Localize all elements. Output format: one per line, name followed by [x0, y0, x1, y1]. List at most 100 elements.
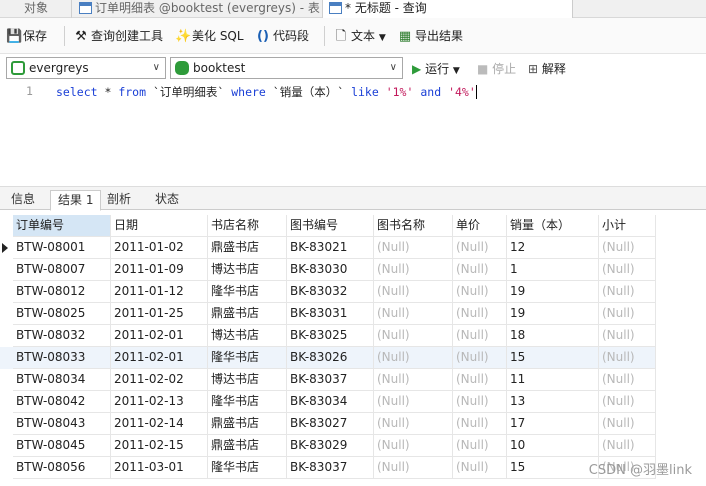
column-header[interactable]: 单价: [453, 215, 507, 237]
table-cell[interactable]: (Null): [453, 259, 507, 281]
code-snippet-button[interactable]: () 代码段: [256, 27, 309, 45]
table-cell[interactable]: (Null): [599, 237, 656, 259]
column-header[interactable]: 图书编号: [287, 215, 374, 237]
table-cell[interactable]: 2011-01-02: [111, 237, 208, 259]
result-tab[interactable]: 信息: [4, 190, 42, 211]
sql-code-line[interactable]: select * from `订单明细表` where `销量（本）` like…: [56, 84, 477, 100]
table-cell[interactable]: (Null): [599, 303, 656, 325]
table-cell[interactable]: (Null): [453, 391, 507, 413]
table-cell[interactable]: (Null): [374, 325, 453, 347]
column-header[interactable]: 销量（本）: [507, 215, 599, 237]
table-cell[interactable]: 2011-02-01: [111, 347, 208, 369]
table-cell[interactable]: (Null): [374, 237, 453, 259]
table-cell[interactable]: 1: [507, 259, 599, 281]
table-cell[interactable]: (Null): [599, 369, 656, 391]
table-cell[interactable]: BK-83029: [287, 435, 374, 457]
table-cell[interactable]: 鼎盛书店: [208, 435, 287, 457]
table-cell[interactable]: (Null): [374, 413, 453, 435]
table-cell[interactable]: BK-83034: [287, 391, 374, 413]
table-cell[interactable]: BTW-08042: [13, 391, 111, 413]
table-cell[interactable]: (Null): [453, 237, 507, 259]
table-cell[interactable]: (Null): [374, 281, 453, 303]
table-cell[interactable]: 15: [507, 457, 599, 479]
table-cell[interactable]: BK-83037: [287, 369, 374, 391]
text-menu-button[interactable]: 🗋 文本 ▼: [334, 27, 386, 45]
table-cell[interactable]: 鼎盛书店: [208, 413, 287, 435]
tab-query-untitled[interactable]: * 无标题 - 查询: [323, 0, 573, 19]
result-tab[interactable]: 剖析: [100, 190, 138, 211]
table-cell[interactable]: BK-83037: [287, 457, 374, 479]
table-cell[interactable]: 13: [507, 391, 599, 413]
table-cell[interactable]: (Null): [374, 457, 453, 479]
table-cell[interactable]: BK-83027: [287, 413, 374, 435]
sql-editor[interactable]: 1 select * from `订单明细表` where `销量（本）` li…: [0, 82, 706, 186]
table-cell[interactable]: (Null): [453, 369, 507, 391]
table-cell[interactable]: 2011-02-01: [111, 325, 208, 347]
table-row[interactable]: BTW-08007 2011-01-09 博达书店 BK-83030 (Null) (Nu…: [0, 259, 656, 281]
table-cell[interactable]: BK-83031: [287, 303, 374, 325]
table-cell[interactable]: 19: [507, 281, 599, 303]
beautify-sql-button[interactable]: ✨美化 SQL: [175, 27, 244, 45]
tab-objects[interactable]: 对象: [0, 0, 72, 18]
table-row[interactable]: BTW-08034 2011-02-02 博达书店 BK-83037 (Null) (Nu…: [0, 369, 656, 391]
column-header[interactable]: 小计: [599, 215, 656, 237]
query-builder-button[interactable]: ⚒ 查询创建工具: [74, 27, 163, 45]
table-cell[interactable]: 2011-02-02: [111, 369, 208, 391]
database-select[interactable]: booktest ∨: [170, 57, 403, 79]
column-header[interactable]: 书店名称: [208, 215, 287, 237]
table-cell[interactable]: BTW-08033: [13, 347, 111, 369]
table-cell[interactable]: BTW-08025: [13, 303, 111, 325]
table-row[interactable]: BTW-08012 2011-01-12 隆华书店 BK-83032 (Null) (Nu…: [0, 281, 656, 303]
table-cell[interactable]: 博达书店: [208, 259, 287, 281]
table-cell[interactable]: BTW-08056: [13, 457, 111, 479]
table-cell[interactable]: (Null): [374, 259, 453, 281]
column-header[interactable]: 订单编号: [13, 215, 111, 237]
table-cell[interactable]: 19: [507, 303, 599, 325]
table-row[interactable]: BTW-08033 2011-02-01 隆华书店 BK-83026 (Null) (Nu…: [0, 347, 656, 369]
table-row[interactable]: BTW-08043 2011-02-14 鼎盛书店 BK-83027 (Null) (Nu…: [0, 413, 656, 435]
table-cell[interactable]: 12: [507, 237, 599, 259]
table-cell[interactable]: (Null): [599, 325, 656, 347]
result-tab[interactable]: 结果 1: [50, 190, 102, 211]
table-row[interactable]: BTW-08045 2011-02-15 鼎盛书店 BK-83029 (Null) (Nu…: [0, 435, 656, 457]
save-button[interactable]: 💾保存: [6, 27, 47, 45]
table-cell[interactable]: BTW-08001: [13, 237, 111, 259]
table-cell[interactable]: 15: [507, 347, 599, 369]
server-select[interactable]: evergreys ∨: [6, 57, 166, 79]
run-button[interactable]: ▶ 运行 ▼: [412, 60, 460, 77]
table-cell[interactable]: 2011-01-25: [111, 303, 208, 325]
table-cell[interactable]: (Null): [453, 325, 507, 347]
table-cell[interactable]: BK-83021: [287, 237, 374, 259]
table-cell[interactable]: 17: [507, 413, 599, 435]
table-row[interactable]: BTW-08025 2011-01-25 鼎盛书店 BK-83031 (Null) (Nu…: [0, 303, 656, 325]
column-header[interactable]: 图书名称: [374, 215, 453, 237]
table-cell[interactable]: 博达书店: [208, 369, 287, 391]
table-cell[interactable]: BK-83032: [287, 281, 374, 303]
table-cell[interactable]: 11: [507, 369, 599, 391]
table-cell[interactable]: (Null): [453, 347, 507, 369]
stop-button[interactable]: ■ 停止: [477, 60, 516, 77]
table-cell[interactable]: BTW-08043: [13, 413, 111, 435]
table-cell[interactable]: 博达书店: [208, 325, 287, 347]
table-cell[interactable]: 2011-01-12: [111, 281, 208, 303]
table-cell[interactable]: 隆华书店: [208, 457, 287, 479]
tab-table-orders[interactable]: 订单明细表 @booktest (evergreys) - 表: [73, 0, 323, 18]
table-cell[interactable]: (Null): [453, 303, 507, 325]
column-header[interactable]: 日期: [111, 215, 208, 237]
table-cell[interactable]: 鼎盛书店: [208, 303, 287, 325]
table-row[interactable]: BTW-08042 2011-02-13 隆华书店 BK-83034 (Null) (Nu…: [0, 391, 656, 413]
table-cell[interactable]: (Null): [599, 347, 656, 369]
table-cell[interactable]: (Null): [599, 413, 656, 435]
table-row[interactable]: BTW-08056 2011-03-01 隆华书店 BK-83037 (Null) (Nu…: [0, 457, 656, 479]
table-cell[interactable]: (Null): [453, 413, 507, 435]
table-cell[interactable]: (Null): [599, 259, 656, 281]
table-cell[interactable]: (Null): [374, 347, 453, 369]
table-cell[interactable]: (Null): [374, 435, 453, 457]
table-cell[interactable]: 鼎盛书店: [208, 237, 287, 259]
table-cell[interactable]: 10: [507, 435, 599, 457]
table-cell[interactable]: (Null): [453, 457, 507, 479]
table-cell[interactable]: (Null): [374, 369, 453, 391]
table-cell[interactable]: BK-83025: [287, 325, 374, 347]
table-cell[interactable]: BK-83026: [287, 347, 374, 369]
result-tab[interactable]: 状态: [148, 190, 186, 211]
